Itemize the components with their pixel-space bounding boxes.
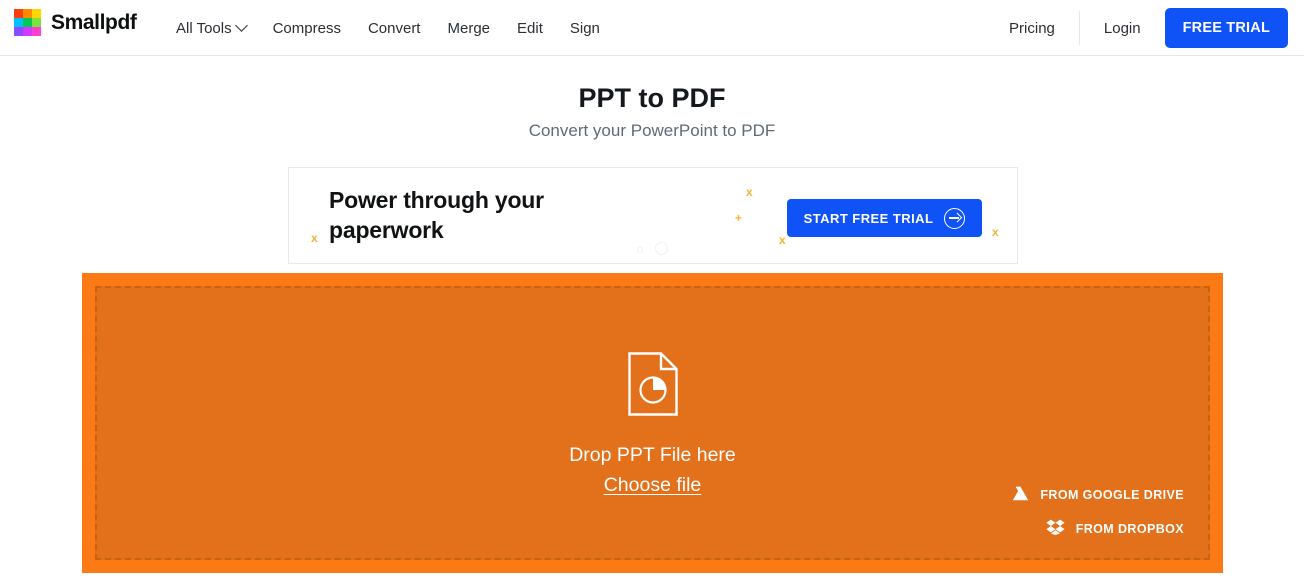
drop-zone-content: Drop PPT File here Choose file	[97, 352, 1208, 497]
nav-item-label: Convert	[367, 19, 421, 37]
file-drop-zone[interactable]: Drop PPT File here Choose file FROM GOOG…	[82, 273, 1223, 573]
cloud-import-options: FROM GOOGLE DRIVE FROM DROPBOX	[1012, 486, 1184, 538]
from-google-drive-button[interactable]: FROM GOOGLE DRIVE	[1012, 486, 1184, 504]
nav-item-label: Merge	[447, 19, 491, 37]
logo-link[interactable]: Smallpdf	[14, 9, 137, 36]
start-free-trial-label: START FREE TRIAL	[803, 210, 934, 226]
decorative-mark-3: x	[779, 233, 786, 247]
arrow-right-circle-icon	[944, 207, 966, 229]
nav-item-edit[interactable]: Edit	[517, 20, 543, 37]
nav-item-merge[interactable]: Merge	[447, 20, 490, 37]
decorative-circle-small	[637, 247, 643, 253]
choose-file-link[interactable]: Choose file	[604, 474, 702, 497]
login-link[interactable]: Login	[1104, 20, 1141, 37]
nav-item-label: Compress	[272, 19, 341, 37]
nav-item-convert[interactable]: Convert	[368, 20, 421, 37]
from-dropbox-label: FROM DROPBOX	[1075, 521, 1184, 536]
from-google-drive-label: FROM GOOGLE DRIVE	[1040, 488, 1184, 502]
chevron-down-icon	[234, 18, 248, 32]
smallpdf-logo-icon	[14, 9, 41, 36]
decorative-mark-4: x	[992, 225, 999, 239]
free-trial-button[interactable]: FREE TRIAL	[1164, 8, 1288, 48]
page-title: PPT to PDF	[578, 83, 726, 113]
nav-item-label: Edit	[517, 19, 543, 37]
nav-item-compress[interactable]: Compress	[273, 20, 341, 37]
promo-heading: Power through your paperwork	[329, 187, 544, 244]
page-subtitle: Convert your PowerPoint to PDF	[528, 121, 776, 140]
nav-item-label: All Tools	[176, 19, 232, 37]
header-actions: Pricing Login FREE TRIAL	[1009, 0, 1288, 56]
file-drop-zone-inner: Drop PPT File here Choose file FROM GOOG…	[95, 286, 1210, 560]
nav-item-sign[interactable]: Sign	[570, 20, 600, 37]
main-navigation: All Tools Compress Convert Merge Edit Sign	[176, 0, 600, 56]
nav-pricing[interactable]: Pricing	[1009, 20, 1055, 37]
decorative-mark-0: x	[311, 231, 318, 245]
ppt-file-icon	[627, 352, 678, 421]
google-drive-icon	[1012, 486, 1029, 504]
start-free-trial-button[interactable]: START FREE TRIAL	[787, 199, 982, 237]
logo-wordmark: Smallpdf	[51, 10, 137, 34]
nav-item-all-tools[interactable]: All Tools	[176, 18, 248, 37]
drop-instruction-label: Drop PPT File here	[569, 444, 736, 466]
decorative-mark-2: +	[735, 211, 743, 225]
nav-item-label: Sign	[569, 19, 600, 37]
dropbox-icon	[1046, 519, 1065, 538]
from-dropbox-button[interactable]: FROM DROPBOX	[1046, 519, 1184, 538]
header-divider	[1078, 11, 1080, 45]
promo-banner: Power through your paperwork START FREE …	[288, 167, 1018, 264]
decorative-mark-1: x	[746, 185, 753, 199]
site-header: Smallpdf All Tools Compress Convert Merge Ed…	[0, 0, 1304, 56]
